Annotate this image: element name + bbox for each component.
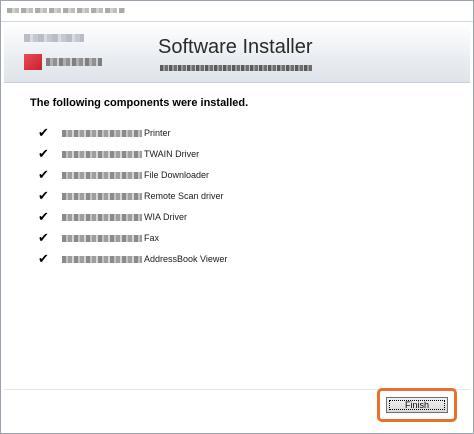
component-label: Printer xyxy=(144,128,171,138)
component-label: TWAIN Driver xyxy=(144,149,200,159)
brand-logo-text xyxy=(46,58,102,66)
component-label: AddressBook Viewer xyxy=(144,254,228,264)
installed-heading: The following components were installed. xyxy=(30,97,249,109)
component-label: Fax xyxy=(144,233,160,243)
check-icon: ✔ xyxy=(38,125,49,140)
check-icon: ✔ xyxy=(38,251,49,266)
model-name-redacted xyxy=(62,256,142,263)
banner-subtitle xyxy=(160,65,312,71)
list-item-remote-scan: ✔ Remote Scan driver xyxy=(38,188,338,204)
page-title: Software Installer xyxy=(158,36,313,58)
finish-button-highlight: Finish xyxy=(377,388,457,422)
installer-window: Software Installer The following compone… xyxy=(0,0,474,434)
list-item-printer: ✔ Printer xyxy=(38,125,338,141)
model-name-redacted xyxy=(62,214,142,221)
list-item-addressbook: ✔ AddressBook Viewer xyxy=(38,251,338,267)
finish-button[interactable]: Finish xyxy=(386,397,448,413)
check-icon: ✔ xyxy=(38,188,49,203)
main-content: The following components were installed.… xyxy=(4,83,470,383)
component-label: Remote Scan driver xyxy=(144,191,224,201)
model-name-redacted xyxy=(62,235,142,242)
list-item-wia: ✔ WIA Driver xyxy=(38,209,338,225)
model-name-redacted xyxy=(62,172,142,179)
model-name-redacted xyxy=(62,151,142,158)
header-banner: Software Installer xyxy=(4,23,470,83)
model-name-redacted xyxy=(62,130,142,137)
component-label: File Downloader xyxy=(144,170,210,180)
list-item-fax: ✔ Fax xyxy=(38,230,338,246)
brand-logo-mark xyxy=(24,54,42,70)
brand-logo-top xyxy=(24,34,84,42)
title-bar xyxy=(1,1,473,22)
check-icon: ✔ xyxy=(38,167,49,182)
list-item-file-downloader: ✔ File Downloader xyxy=(38,167,338,183)
list-item-twain: ✔ TWAIN Driver xyxy=(38,146,338,162)
component-label: WIA Driver xyxy=(144,212,188,222)
check-icon: ✔ xyxy=(38,230,49,245)
check-icon: ✔ xyxy=(38,209,49,224)
model-name-redacted xyxy=(62,193,142,200)
check-icon: ✔ xyxy=(38,146,49,161)
window-title-text xyxy=(7,8,125,13)
